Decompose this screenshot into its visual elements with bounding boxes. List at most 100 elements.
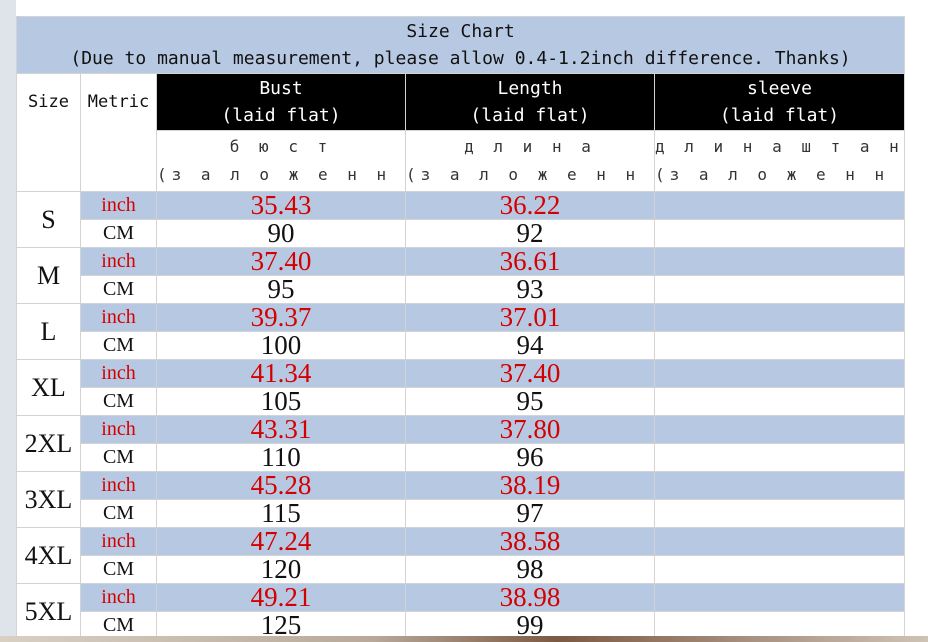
table-row: CM 100 94 — [17, 331, 906, 360]
unit-cm-label: CM — [80, 555, 157, 584]
product-photo-edge — [0, 636, 928, 642]
sleeve-inch-value — [653, 527, 906, 556]
length-cm-value: 92 — [405, 219, 655, 248]
bust-inch-value: 37.40 — [156, 247, 406, 276]
header-row: Size Metric Bust (laid flat) Length (lai… — [16, 73, 906, 192]
bust-inch-value: 43.31 — [156, 415, 406, 444]
size-label: 3XL — [16, 471, 81, 528]
size-header: Size — [16, 73, 81, 192]
bust-cm-value: 100 — [156, 331, 406, 360]
length-inch-value: 37.40 — [405, 359, 655, 388]
length-inch-value: 38.19 — [405, 471, 655, 500]
bust-inch-value: 35.43 — [156, 191, 406, 220]
bust-inch-value: 39.37 — [156, 303, 406, 332]
table-row: 2XL inch 43.31 37.80 — [16, 415, 906, 472]
table-row: 4XL inch 47.24 38.58 — [16, 527, 906, 584]
size-chart-table: Size Chart (Due to manual measurement, p… — [15, 16, 906, 640]
metric-header: Metric — [80, 73, 157, 192]
length-inch-value: 36.22 — [405, 191, 655, 220]
table-row: 3XL inch 45.28 38.19 — [16, 471, 906, 528]
bust-header: Bust (laid flat) — [156, 73, 406, 131]
bust-ru-name: б ю с т — [229, 137, 333, 156]
bust-cm-value: 110 — [156, 443, 406, 472]
sleeve-ru-name: д л и н а ш т а н о в — [655, 137, 904, 156]
sleeve-ru-sub: (з а л о ж е н н ы й) — [655, 165, 904, 184]
unit-cm-label: CM — [80, 275, 157, 304]
size-label: 5XL — [16, 583, 81, 640]
table-row: CM 95 93 — [17, 275, 906, 304]
unit-cm-label: CM — [80, 499, 157, 528]
sleeve-inch-value — [653, 303, 906, 332]
table-row: CM 105 95 — [17, 387, 906, 416]
table-row: Sinch 35.43 36.22 — [16, 191, 906, 248]
sleeve-cm-value — [653, 555, 906, 584]
sleeve-header-sub: (laid flat) — [719, 105, 840, 126]
length-ru-name: д л и н а — [464, 137, 596, 156]
sleeve-cm-value — [653, 499, 906, 528]
size-label: 4XL — [16, 527, 81, 584]
table-row: Minch 37.40 36.61 — [16, 247, 906, 304]
length-cm-value: 96 — [405, 443, 655, 472]
sleeve-inch-value — [653, 359, 906, 388]
length-ru-header: д л и н а (з а л о ж е н н ы й) — [405, 130, 655, 192]
length-header-name: Length — [497, 78, 563, 99]
bust-ru-header: б ю с т (з а л о ж е н н ы й) — [156, 130, 406, 192]
left-edge-strip — [0, 0, 16, 642]
size-label: S — [16, 191, 81, 248]
sleeve-inch-value — [653, 191, 906, 220]
sleeve-cm-value — [653, 331, 906, 360]
length-inch-value: 38.58 — [405, 527, 655, 556]
sleeve-cm-value — [653, 443, 906, 472]
chart-title-cell: Size Chart (Due to manual measurement, p… — [15, 16, 906, 74]
unit-inch-label: inch — [80, 527, 157, 556]
bust-inch-value: 47.24 — [156, 527, 406, 556]
bust-inch-value: 49.21 — [156, 583, 406, 612]
length-cm-value: 97 — [405, 499, 655, 528]
bust-inch-value: 41.34 — [156, 359, 406, 388]
unit-cm-label: CM — [80, 219, 157, 248]
sleeve-header: sleeve (laid flat) — [653, 73, 906, 131]
sleeve-inch-value — [653, 415, 906, 444]
size-label: L — [16, 303, 81, 360]
sleeve-cm-value — [653, 387, 906, 416]
bust-ru-sub: (з а л о ж е н н ы й) — [157, 165, 405, 184]
length-cm-value: 93 — [405, 275, 655, 304]
unit-cm-label: CM — [80, 331, 157, 360]
length-cm-value: 95 — [405, 387, 655, 416]
length-ru-sub: (з а л о ж е н н ы й) — [406, 165, 654, 184]
bust-cm-value: 115 — [156, 499, 406, 528]
bust-cm-value: 105 — [156, 387, 406, 416]
chart-subtitle: (Due to manual measurement, please allow… — [70, 48, 851, 69]
unit-inch-label: inch — [80, 191, 157, 220]
table-row: CM 120 98 — [17, 555, 906, 584]
bust-cm-value: 90 — [156, 219, 406, 248]
unit-inch-label: inch — [80, 583, 157, 612]
unit-cm-label: CM — [80, 387, 157, 416]
chart-title: Size Chart — [406, 21, 515, 42]
unit-inch-label: inch — [80, 247, 157, 276]
length-inch-value: 36.61 — [405, 247, 655, 276]
table-row: CM 115 97 — [17, 499, 906, 528]
length-header: Length (laid flat) — [405, 73, 655, 131]
length-cm-value: 98 — [405, 555, 655, 584]
bust-cm-value: 120 — [156, 555, 406, 584]
length-header-sub: (laid flat) — [470, 105, 590, 126]
unit-inch-label: inch — [80, 359, 157, 388]
size-label: M — [16, 247, 81, 304]
bust-header-name: Bust — [259, 78, 303, 99]
table-row: 5XL inch 49.21 38.98 — [16, 583, 906, 640]
table-row: CM 110 96 — [17, 443, 906, 472]
length-inch-value: 37.80 — [405, 415, 655, 444]
sleeve-ru-header: д л и н а ш т а н о в (з а л о ж е н н ы… — [653, 130, 906, 192]
sleeve-inch-value — [653, 583, 906, 612]
size-label: 2XL — [16, 415, 81, 472]
bust-header-sub: (laid flat) — [221, 105, 341, 126]
sleeve-inch-value — [653, 247, 906, 276]
unit-inch-label: inch — [80, 303, 157, 332]
unit-cm-label: CM — [80, 443, 157, 472]
title-row: Size Chart (Due to manual measurement, p… — [15, 16, 906, 74]
size-label: XL — [16, 359, 81, 416]
length-inch-value: 38.98 — [405, 583, 655, 612]
sleeve-header-name: sleeve — [746, 78, 813, 99]
table-row: Linch 39.37 37.01 — [16, 303, 906, 360]
